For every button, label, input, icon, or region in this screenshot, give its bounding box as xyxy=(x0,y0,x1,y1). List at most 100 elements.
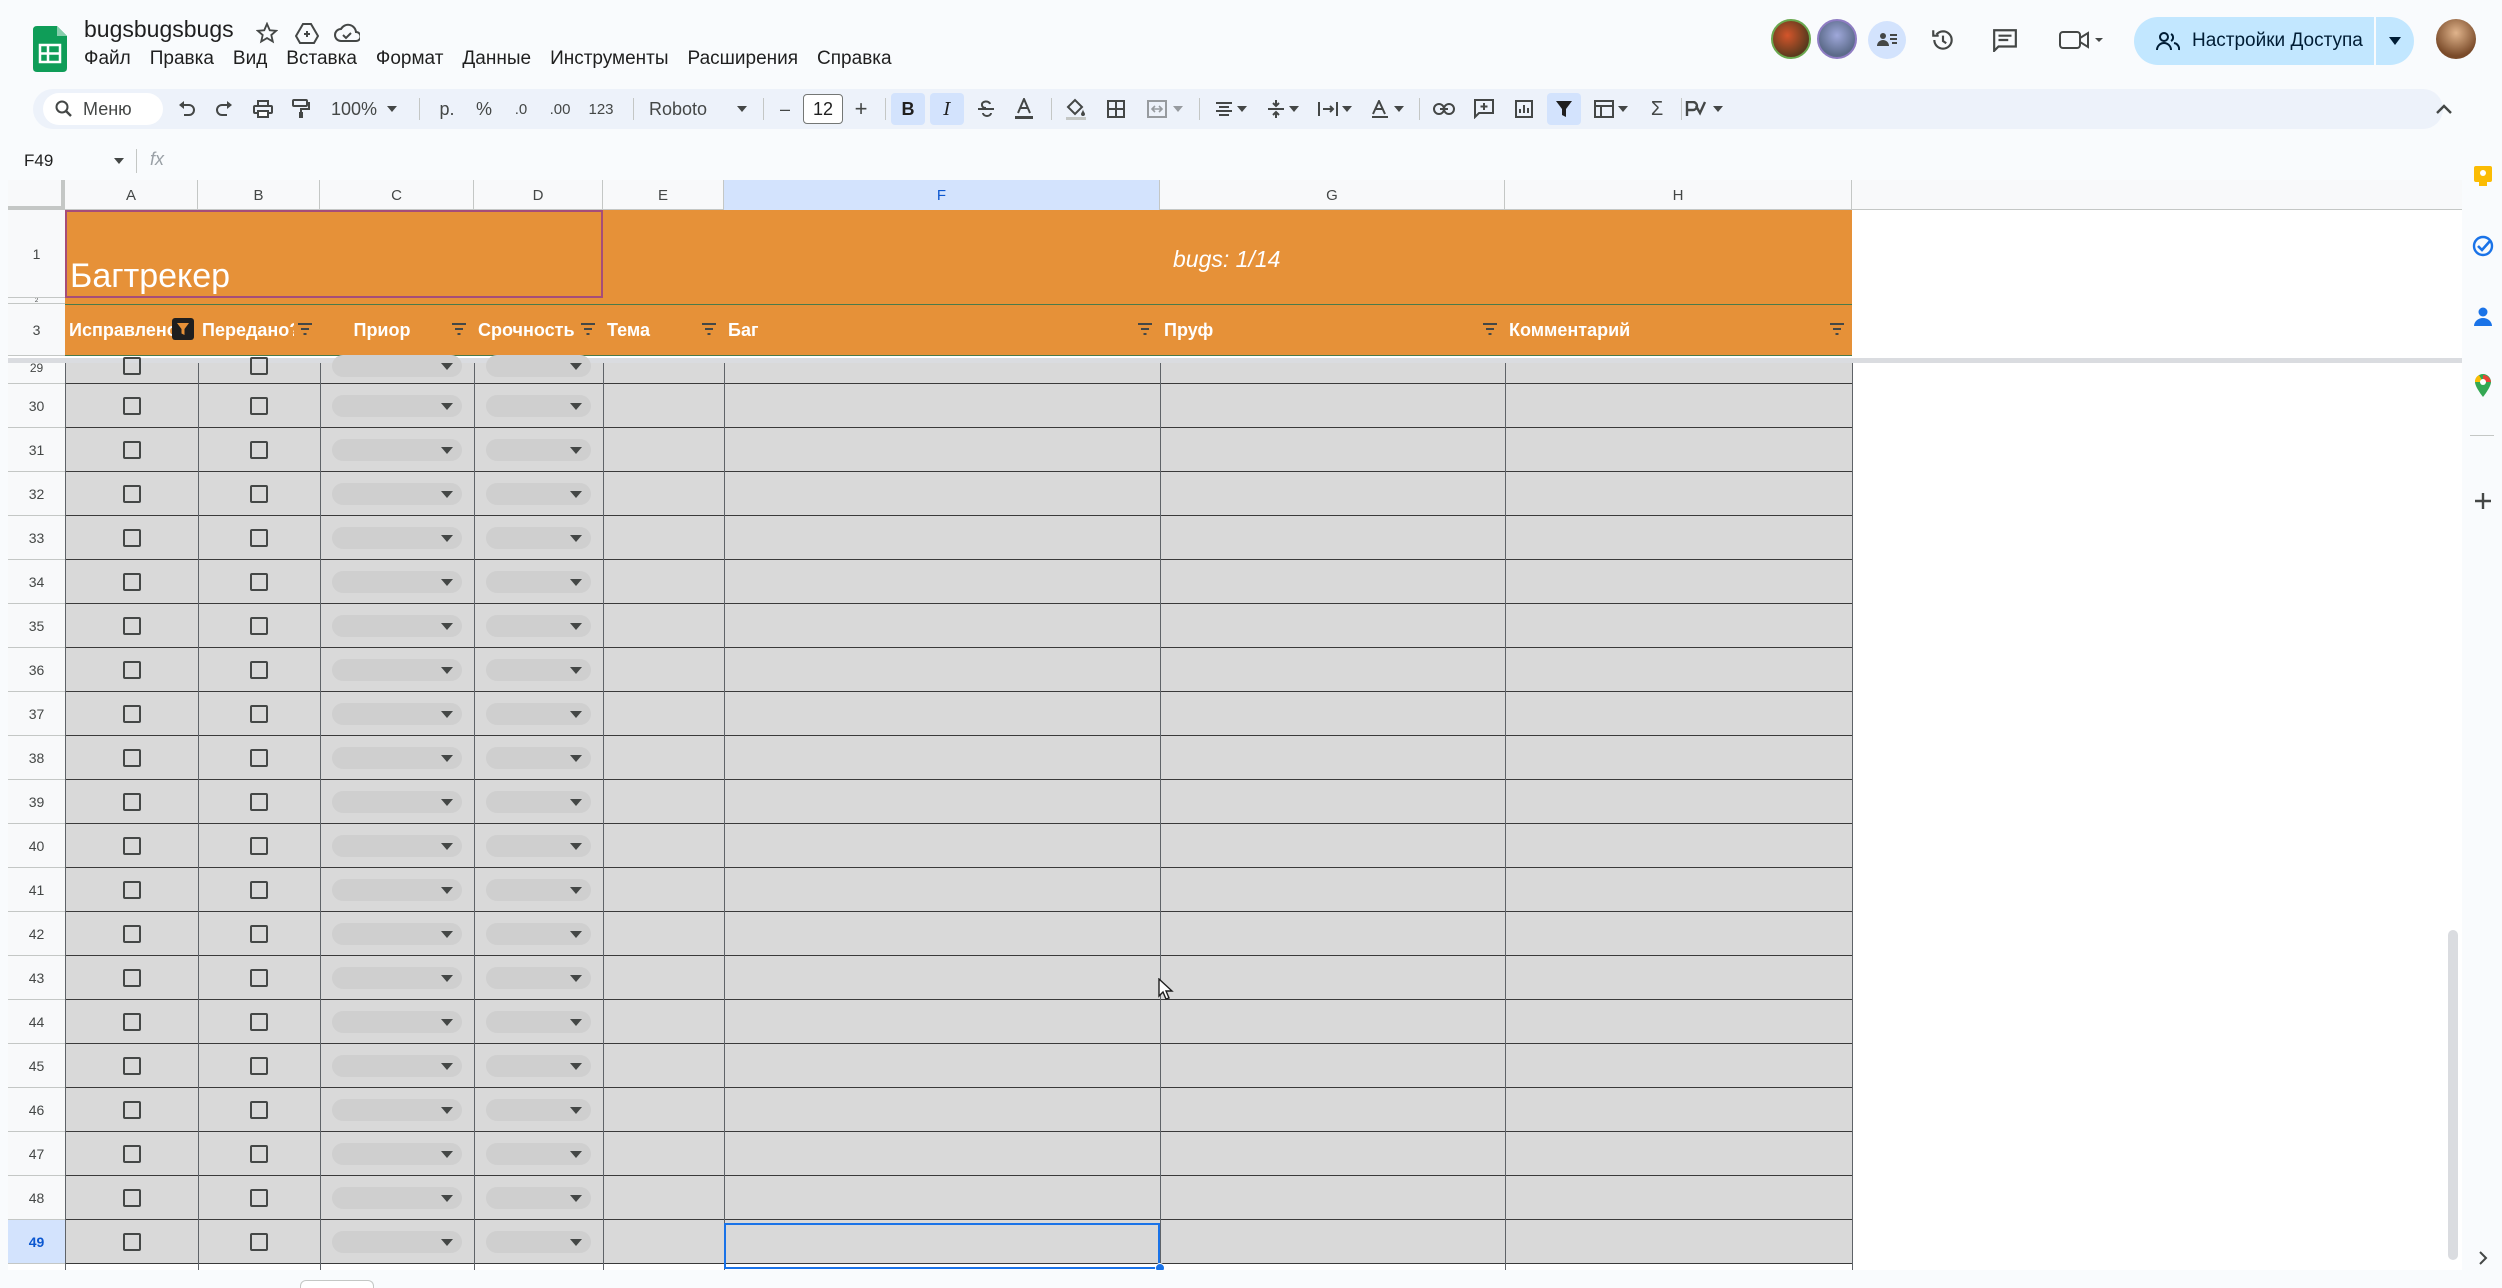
row-header[interactable]: 49 xyxy=(8,1220,65,1264)
paint-format-button[interactable] xyxy=(285,93,317,125)
menu-help[interactable]: Справка xyxy=(817,46,902,74)
cloud-saved-icon[interactable] xyxy=(332,18,362,48)
priority-dropdown[interactable] xyxy=(332,1055,462,1077)
header-cell[interactable]: Комментарий xyxy=(1509,304,1826,356)
decrease-decimal-button[interactable]: .0 xyxy=(506,93,536,125)
fixed-checkbox[interactable] xyxy=(122,837,141,855)
row-header[interactable]: 3 xyxy=(8,304,65,356)
priority-dropdown[interactable] xyxy=(332,1099,462,1121)
fill-handle[interactable] xyxy=(1155,1263,1165,1270)
fixed-checkbox[interactable] xyxy=(122,1189,141,1207)
handed-over-checkbox[interactable] xyxy=(250,837,268,855)
row-header[interactable]: 38 xyxy=(8,736,65,780)
menu-insert[interactable]: Вставка xyxy=(286,46,367,74)
row-header[interactable]: 43 xyxy=(8,956,65,1000)
priority-dropdown[interactable] xyxy=(332,527,462,549)
urgency-dropdown[interactable] xyxy=(486,439,591,461)
priority-dropdown[interactable] xyxy=(332,1011,462,1033)
urgency-dropdown[interactable] xyxy=(486,355,591,377)
share-dropdown-button[interactable] xyxy=(2376,17,2414,65)
sheets-logo-icon[interactable] xyxy=(33,26,67,72)
fixed-checkbox[interactable] xyxy=(122,1101,141,1119)
priority-dropdown[interactable] xyxy=(332,747,462,769)
priority-dropdown[interactable] xyxy=(332,483,462,505)
filter-icon[interactable] xyxy=(1479,318,1501,340)
zoom-select[interactable]: 100% xyxy=(325,93,397,125)
percent-format-button[interactable]: % xyxy=(469,93,499,125)
column-header-f[interactable]: F xyxy=(724,180,1160,210)
fixed-checkbox[interactable] xyxy=(122,749,141,767)
fixed-checkbox[interactable] xyxy=(122,705,141,723)
urgency-dropdown[interactable] xyxy=(486,835,591,857)
handed-over-checkbox[interactable] xyxy=(250,749,268,767)
text-rotation-button[interactable] xyxy=(1363,93,1411,125)
menu-tools[interactable]: Инструменты xyxy=(550,46,678,74)
fixed-checkbox[interactable] xyxy=(122,793,141,811)
merged-title-cell[interactable] xyxy=(65,210,603,298)
handed-over-checkbox[interactable] xyxy=(250,1189,268,1207)
row-header[interactable]: 31 xyxy=(8,428,65,472)
input-tools-button[interactable] xyxy=(1679,93,1729,125)
priority-dropdown[interactable] xyxy=(332,791,462,813)
handed-over-checkbox[interactable] xyxy=(250,969,268,987)
filter-icon[interactable] xyxy=(1134,318,1156,340)
active-filter-icon[interactable] xyxy=(172,318,194,340)
handed-over-checkbox[interactable] xyxy=(250,397,268,415)
column-header-b[interactable]: B xyxy=(198,180,320,210)
column-header-h[interactable]: H xyxy=(1505,180,1852,210)
text-color-button[interactable] xyxy=(1007,93,1041,125)
urgency-dropdown[interactable] xyxy=(486,483,591,505)
priority-dropdown[interactable] xyxy=(332,1143,462,1165)
fixed-checkbox[interactable] xyxy=(122,441,141,459)
menu-format[interactable]: Формат xyxy=(376,46,454,74)
row-header[interactable]: 32 xyxy=(8,472,65,516)
fixed-checkbox[interactable] xyxy=(122,925,141,943)
keep-icon[interactable] xyxy=(2470,163,2496,189)
urgency-dropdown[interactable] xyxy=(486,1187,591,1209)
header-cell[interactable]: Баг xyxy=(728,304,1134,356)
handed-over-checkbox[interactable] xyxy=(250,529,268,547)
column-header-d[interactable]: D xyxy=(474,180,603,210)
redo-button[interactable] xyxy=(208,93,240,125)
fixed-checkbox[interactable] xyxy=(122,1013,141,1031)
urgency-dropdown[interactable] xyxy=(486,967,591,989)
urgency-dropdown[interactable] xyxy=(486,879,591,901)
urgency-dropdown[interactable] xyxy=(486,659,591,681)
horizontal-align-button[interactable] xyxy=(1207,93,1255,125)
vertical-align-button[interactable] xyxy=(1259,93,1307,125)
handed-over-checkbox[interactable] xyxy=(250,357,268,375)
header-cell[interactable]: Срочность xyxy=(478,304,577,356)
row-header[interactable]: 48 xyxy=(8,1176,65,1220)
row-header[interactable]: 33 xyxy=(8,516,65,560)
row-header[interactable]: 35 xyxy=(8,604,65,648)
merge-cells-button[interactable] xyxy=(1139,93,1191,125)
fixed-checkbox[interactable] xyxy=(122,1145,141,1163)
filter-icon[interactable] xyxy=(577,318,599,340)
row-header[interactable]: 36 xyxy=(8,648,65,692)
filter-icon[interactable] xyxy=(448,318,470,340)
insert-comment-button[interactable] xyxy=(1467,93,1501,125)
urgency-dropdown[interactable] xyxy=(486,1231,591,1253)
menu-search[interactable]: Меню xyxy=(43,93,163,125)
priority-dropdown[interactable] xyxy=(332,395,462,417)
fixed-checkbox[interactable] xyxy=(122,969,141,987)
fixed-checkbox[interactable] xyxy=(122,661,141,679)
meet-video-icon[interactable] xyxy=(2056,22,2108,58)
handed-over-checkbox[interactable] xyxy=(250,793,268,811)
row-header[interactable]: 40 xyxy=(8,824,65,868)
handed-over-checkbox[interactable] xyxy=(250,925,268,943)
priority-dropdown[interactable] xyxy=(332,571,462,593)
vertical-scrollbar[interactable] xyxy=(2448,930,2458,1260)
urgency-dropdown[interactable] xyxy=(486,1099,591,1121)
fixed-checkbox[interactable] xyxy=(122,357,141,375)
header-cell[interactable]: Тема xyxy=(607,304,698,356)
handed-over-checkbox[interactable] xyxy=(250,1233,268,1251)
sheet-tab[interactable] xyxy=(300,1280,374,1288)
insert-link-button[interactable] xyxy=(1427,93,1461,125)
column-header-e[interactable]: E xyxy=(603,180,724,210)
maps-icon[interactable] xyxy=(2470,373,2496,399)
menu-edit[interactable]: Правка xyxy=(150,46,224,74)
header-cell[interactable]: Пруф xyxy=(1164,304,1479,356)
selected-cell[interactable] xyxy=(724,1223,1160,1269)
urgency-dropdown[interactable] xyxy=(486,1011,591,1033)
